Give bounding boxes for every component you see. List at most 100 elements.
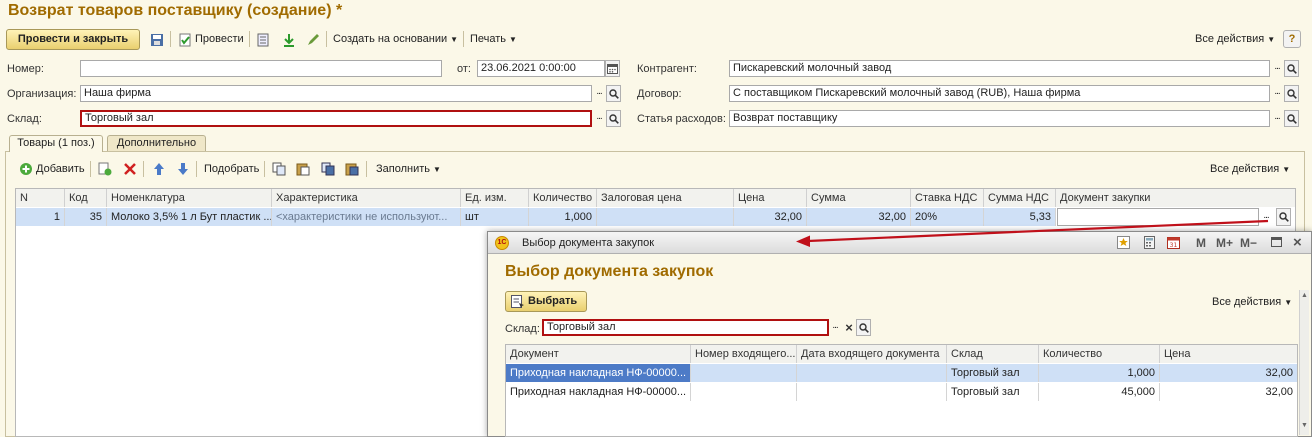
organization-select-button[interactable]: ...: [592, 85, 606, 102]
column-header[interactable]: Код: [65, 189, 107, 207]
column-header[interactable]: Номенклатура: [107, 189, 272, 207]
column-header[interactable]: Количество: [1039, 345, 1160, 363]
memory-minus-button[interactable]: M−: [1240, 236, 1257, 250]
column-header[interactable]: Сумма: [807, 189, 911, 207]
print-menu[interactable]: Печать ▼: [470, 33, 517, 45]
post-button[interactable]: Провести: [195, 33, 244, 45]
organization-open-button[interactable]: [606, 85, 621, 102]
search-icon: [608, 113, 619, 124]
clear-icon[interactable]: ×: [842, 319, 856, 336]
page-title: Возврат товаров поставщику (создание) *: [8, 2, 343, 19]
expense-item-field[interactable]: Возврат поставщику: [729, 110, 1270, 127]
column-header[interactable]: Характеристика: [272, 189, 461, 207]
edit-icon[interactable]: [306, 33, 320, 47]
search-icon: [1286, 113, 1297, 124]
purchase-document-dialog[interactable]: 1C Выбор документа закупок 31 M M+ M− × …: [487, 231, 1312, 437]
table-cell: 20%: [911, 208, 984, 226]
post-icon[interactable]: [178, 33, 192, 47]
calculator-icon[interactable]: [1143, 236, 1156, 252]
document-list-icon[interactable]: [256, 33, 270, 47]
column-header[interactable]: Документ: [506, 345, 691, 363]
download-icon[interactable]: [282, 33, 296, 47]
counterparty-field[interactable]: Пискаревский молочный завод: [729, 60, 1270, 77]
column-header[interactable]: Документ закупки: [1056, 189, 1295, 207]
add-icon[interactable]: [19, 162, 33, 176]
number-field[interactable]: [80, 60, 442, 77]
tab-goods[interactable]: Товары (1 поз.): [9, 135, 103, 152]
column-header[interactable]: Сумма НДС: [984, 189, 1056, 207]
tab-additional[interactable]: Дополнительно: [107, 135, 206, 152]
goods-all-actions-menu[interactable]: Все действия ▼: [1210, 163, 1290, 175]
table-cell: 35: [65, 208, 107, 226]
copy-rows-icon[interactable]: [321, 162, 335, 179]
copy-row-icon[interactable]: [98, 162, 112, 179]
delete-icon[interactable]: [123, 162, 137, 179]
move-up-icon[interactable]: [152, 162, 166, 179]
organization-field[interactable]: Наша фирма: [80, 85, 592, 102]
table-cell: 1,000: [529, 208, 597, 226]
move-down-icon[interactable]: [176, 162, 190, 179]
create-based-on-menu[interactable]: Создать на основании ▼: [333, 33, 458, 45]
purchase-document-open-button[interactable]: [1276, 208, 1291, 226]
scroll-up-icon[interactable]: ▲: [1301, 292, 1308, 299]
paste-rows-icon[interactable]: [345, 162, 359, 179]
memory-button[interactable]: M: [1196, 236, 1206, 250]
purchase-documents-table[interactable]: Документ Номер входящего... Дата входяще…: [505, 344, 1298, 437]
column-header[interactable]: Номер входящего...: [691, 345, 797, 363]
scroll-down-icon[interactable]: ▼: [1301, 422, 1308, 429]
table-cell: [597, 208, 734, 226]
expense-item-label: Статья расходов:: [637, 113, 726, 125]
contract-field[interactable]: С поставщиком Пискаревский молочный заво…: [729, 85, 1270, 102]
calendar-button[interactable]: [605, 60, 620, 77]
dialog-scrollbar[interactable]: ▲ ▼: [1299, 290, 1309, 435]
column-header[interactable]: Количество: [529, 189, 597, 207]
dialog-titlebar[interactable]: 1C Выбор документа закупок 31 M M+ M− ×: [488, 232, 1311, 254]
purchase-document-select-button[interactable]: ...: [1259, 209, 1273, 225]
number-label: Номер:: [7, 63, 44, 75]
contract-select-button[interactable]: ...: [1270, 85, 1284, 102]
column-header[interactable]: Дата входящего документа: [797, 345, 947, 363]
table-cell: 1,000: [1039, 364, 1160, 382]
table-cell: шт: [461, 208, 529, 226]
dialog-warehouse-select-button[interactable]: ...: [828, 319, 842, 336]
save-icon[interactable]: [150, 33, 164, 47]
expense-item-select-button[interactable]: ...: [1270, 110, 1284, 127]
column-header[interactable]: N: [16, 189, 65, 207]
warehouse-select-button[interactable]: ...: [592, 110, 606, 127]
copy-icon[interactable]: [272, 162, 286, 179]
date-field[interactable]: 23.06.2021 0:00:00: [477, 60, 605, 77]
close-icon[interactable]: ×: [1293, 234, 1302, 251]
contract-open-button[interactable]: [1284, 85, 1299, 102]
contract-label: Договор:: [637, 88, 682, 100]
search-icon: [1286, 88, 1297, 99]
column-header[interactable]: Цена: [1160, 345, 1297, 363]
dialog-warehouse-field[interactable]: Торговый зал: [542, 319, 829, 336]
memory-plus-button[interactable]: M+: [1216, 236, 1233, 250]
column-header[interactable]: Залоговая цена: [597, 189, 734, 207]
counterparty-label: Контрагент:: [637, 63, 697, 75]
fill-menu[interactable]: Заполнить ▼: [376, 163, 441, 175]
column-header[interactable]: Цена: [734, 189, 807, 207]
favorite-icon[interactable]: [1117, 236, 1130, 252]
add-button[interactable]: Добавить: [36, 163, 85, 175]
table-cell: [691, 364, 797, 382]
calendar-icon[interactable]: 31: [1167, 236, 1180, 252]
column-header[interactable]: Ед. изм.: [461, 189, 529, 207]
table-cell: 32,00: [734, 208, 807, 226]
purchase-document-field[interactable]: [1057, 208, 1259, 226]
pick-button[interactable]: Подобрать: [204, 163, 259, 175]
warehouse-open-button[interactable]: [606, 110, 621, 127]
dialog-warehouse-open-button[interactable]: [856, 319, 871, 336]
column-header[interactable]: Ставка НДС: [911, 189, 984, 207]
paste-icon[interactable]: [296, 162, 310, 179]
warehouse-field[interactable]: Торговый зал: [80, 110, 592, 127]
maximize-icon[interactable]: [1271, 237, 1282, 247]
counterparty-select-button[interactable]: ...: [1270, 60, 1284, 77]
help-button[interactable]: ?: [1283, 30, 1301, 48]
expense-item-open-button[interactable]: [1284, 110, 1299, 127]
column-header[interactable]: Склад: [947, 345, 1039, 363]
dialog-all-actions-menu[interactable]: Все действия ▼: [1212, 296, 1292, 308]
all-actions-menu[interactable]: Все действия ▼: [1195, 33, 1275, 45]
counterparty-open-button[interactable]: [1284, 60, 1299, 77]
post-and-close-button[interactable]: Провести и закрыть: [6, 29, 140, 50]
